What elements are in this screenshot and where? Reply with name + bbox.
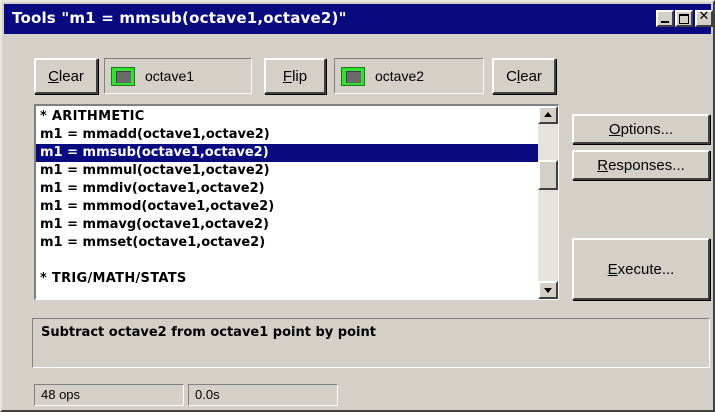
list-item[interactable]: m1 = mmmul(octave1,octave2) — [36, 162, 538, 180]
execute-label: Execute... — [607, 260, 675, 278]
minimize-icon — [661, 21, 669, 23]
channel2-label: octave2 — [375, 68, 425, 84]
list-item[interactable]: m1 = mmavg(octave1,octave2) — [36, 216, 538, 234]
tools-window: Tools "m1 = mmsub(octave1,octave2)" ✕ Cl… — [0, 0, 715, 412]
list-item[interactable]: m1 = mmmod(octave1,octave2) — [36, 198, 538, 216]
status-time: 0.0s — [188, 384, 338, 406]
channel1-label: octave1 — [145, 68, 195, 84]
list-item[interactable]: m1 = mmadd(octave1,octave2) — [36, 126, 538, 144]
maximize-icon — [679, 14, 689, 24]
list-category-header[interactable]: * TRIG/MATH/STATS — [36, 270, 538, 288]
flip-label: Flip — [282, 67, 308, 85]
responses-label: Responses... — [597, 156, 685, 174]
execute-button[interactable]: Execute... — [572, 238, 710, 300]
function-list[interactable]: * ARITHMETIC m1 = mmadd(octave1,octave2) m… — [34, 104, 559, 300]
list-item[interactable]: m1 = mmdiv(octave1,octave2) — [36, 180, 538, 198]
channel1-slot[interactable]: octave1 — [104, 58, 252, 94]
title-bar[interactable]: Tools "m1 = mmsub(octave1,octave2)" ✕ — [4, 4, 713, 34]
function-list-rows: * ARITHMETIC m1 = mmadd(octave1,octave2) m… — [36, 108, 538, 288]
clear-right-label: Clear — [506, 67, 542, 85]
description-panel: Subtract octave2 from octave1 point by p… — [32, 318, 710, 368]
channel2-swatch-icon — [341, 67, 365, 86]
close-button[interactable]: ✕ — [695, 9, 713, 27]
arrow-up-icon — [544, 112, 552, 117]
scroll-thumb[interactable] — [538, 160, 558, 190]
channel1-swatch-icon — [111, 67, 135, 86]
options-label: Options... — [608, 120, 674, 138]
scroll-up-button[interactable] — [538, 106, 558, 124]
clear-left-label: Clear — [48, 67, 84, 85]
clear-right-button[interactable]: Clear — [492, 58, 556, 94]
status-bar: 48 ops 0.0s — [4, 378, 711, 410]
flip-button[interactable]: Flip — [264, 58, 326, 94]
status-ops: 48 ops — [34, 384, 184, 406]
list-item[interactable]: m1 = mmsub(octave1,octave2) — [36, 144, 538, 162]
list-item[interactable]: m1 = mmset(octave1,octave2) — [36, 234, 538, 252]
function-list-scrollbar[interactable] — [538, 106, 558, 299]
list-category-header[interactable]: * ARITHMETIC — [36, 108, 538, 126]
channel2-slot[interactable]: octave2 — [334, 58, 484, 94]
close-icon: ✕ — [698, 9, 710, 24]
responses-button[interactable]: Responses... — [572, 150, 710, 180]
clear-left-button[interactable]: Clear — [34, 58, 98, 94]
maximize-button[interactable] — [675, 10, 693, 27]
description-text: Subtract octave2 from octave1 point by p… — [41, 325, 376, 340]
options-button[interactable]: Options... — [572, 114, 710, 144]
scroll-down-button[interactable] — [538, 281, 558, 299]
minimize-button[interactable] — [656, 10, 674, 27]
window-title: Tools "m1 = mmsub(octave1,octave2)" — [12, 9, 347, 27]
arrow-down-icon — [544, 288, 552, 293]
